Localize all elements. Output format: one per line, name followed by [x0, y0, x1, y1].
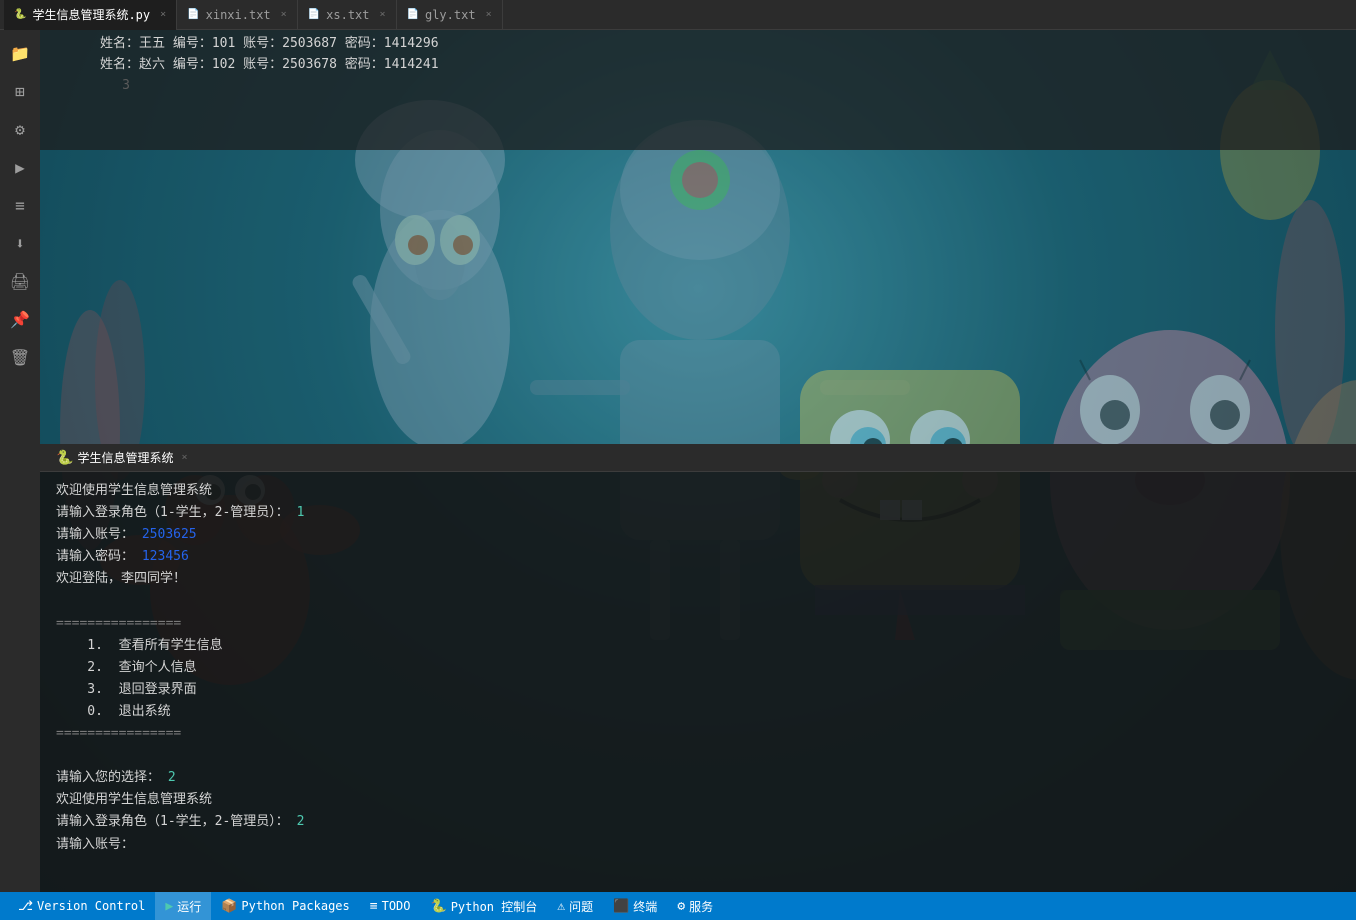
term-line-16: 请输入登录角色（1-学生，2-管理员）： 2 [56, 811, 1340, 833]
status-bar: ⎇ Version Control ▶ 运行 📦 Python Packages… [0, 892, 1356, 920]
file-line-3: 3 [100, 76, 1356, 97]
run-tab-main[interactable]: 🐍 学生信息管理系统 × [48, 444, 195, 472]
status-version-control[interactable]: ⎇ Version Control [8, 892, 155, 920]
structure-icon[interactable]: ⊞ [5, 76, 35, 106]
editor-panel: 姓名：王五 编号：101 账号：2503687 密码：1414296 姓名：赵六… [40, 30, 1356, 892]
terminal-panel: 🐍 学生信息管理系统 × 欢迎使用学生信息管理系统 请输入登录角色（1-学生，2… [40, 444, 1356, 892]
status-problems[interactable]: ⚠ 问题 [547, 892, 603, 920]
term-line-11: 0. 退出系统 [56, 701, 1340, 723]
folder-icon[interactable]: 📁 [5, 38, 35, 68]
python-packages-icon: 📦 [221, 899, 237, 914]
status-todo[interactable]: ≡ TODO [360, 892, 421, 920]
term-line-5: 欢迎登陆，李四同学！ [56, 568, 1340, 590]
tab-close-xs[interactable]: × [380, 9, 386, 20]
bookmarks-icon[interactable]: ≡ [5, 190, 35, 220]
run-tab-close[interactable]: × [181, 452, 187, 463]
problems-icon: ⚠ [557, 899, 565, 914]
term-line-12: ================ [56, 723, 1340, 745]
python-console-icon: 🐍 [431, 899, 447, 914]
services-icon: ⚙ [677, 899, 685, 914]
file-line-2: 姓名：赵六 编号：102 账号：2503678 密码：1414241 [100, 55, 1356, 76]
term-line-8: 1. 查看所有学生信息 [56, 635, 1340, 657]
file-line-1: 姓名：王五 编号：101 账号：2503687 密码：1414296 [100, 34, 1356, 55]
todo-icon: ≡ [370, 899, 378, 914]
settings-icon[interactable]: ⚙ [5, 114, 35, 144]
tab-bar: 🐍 学生信息管理系统.py × 📄 xinxi.txt × 📄 xs.txt ×… [0, 0, 1356, 30]
left-sidebar: 📁 ⊞ ⚙ ▶ ≡ ⬇ 🖨 📌 🗑 [0, 30, 40, 892]
tab-close-xinxi[interactable]: × [281, 9, 287, 20]
pin-icon[interactable]: 📌 [5, 304, 35, 334]
term-line-10: 3. 退回登录界面 [56, 679, 1340, 701]
term-line-1: 欢迎使用学生信息管理系统 [56, 480, 1340, 502]
tab-gly[interactable]: 📄 gly.txt × [397, 0, 503, 30]
terminal-content[interactable]: 欢迎使用学生信息管理系统 请输入登录角色（1-学生，2-管理员）： 1 请输入账… [40, 472, 1356, 892]
delete-icon[interactable]: 🗑 [5, 342, 35, 372]
txt-file-icon-3: 📄 [407, 9, 419, 20]
status-terminal[interactable]: ⬛ 终端 [603, 892, 667, 920]
print-icon[interactable]: 🖨 [5, 266, 35, 296]
term-line-13 [56, 745, 1340, 767]
main-area: 📁 ⊞ ⚙ ▶ ≡ ⬇ 🖨 📌 🗑 [0, 30, 1356, 892]
content-area: 姓名：王五 编号：101 账号：2503687 密码：1414296 姓名：赵六… [40, 30, 1356, 892]
py-file-icon: 🐍 [14, 9, 26, 20]
run-tab-bar: 🐍 学生信息管理系统 × [40, 444, 1356, 472]
run-icon: ▶ [165, 899, 173, 914]
tab-py[interactable]: 🐍 学生信息管理系统.py × [4, 0, 177, 30]
term-line-17: 请输入账号： [56, 834, 1340, 856]
txt-file-icon: 📄 [187, 9, 199, 20]
terminal-icon: ⬛ [613, 899, 629, 914]
tab-xinxi[interactable]: 📄 xinxi.txt × [177, 0, 298, 30]
version-control-icon: ⎇ [18, 899, 33, 914]
tab-close-py[interactable]: × [160, 9, 166, 20]
term-line-2: 请输入登录角色（1-学生，2-管理员）： 1 [56, 502, 1340, 524]
status-python-console[interactable]: 🐍 Python 控制台 [421, 892, 548, 920]
term-line-15: 欢迎使用学生信息管理系统 [56, 789, 1340, 811]
term-line-7: ================ [56, 613, 1340, 635]
term-line-4: 请输入密码： 123456 [56, 546, 1340, 568]
status-python-packages[interactable]: 📦 Python Packages [211, 892, 360, 920]
run-config-icon[interactable]: ▶ [5, 152, 35, 182]
ide-wrapper: 🐍 学生信息管理系统.py × 📄 xinxi.txt × 📄 xs.txt ×… [0, 0, 1356, 920]
arrow-down-icon[interactable]: ⬇ [5, 228, 35, 258]
file-content: 姓名：王五 编号：101 账号：2503687 密码：1414296 姓名：赵六… [40, 30, 1356, 150]
term-line-9: 2. 查询个人信息 [56, 657, 1340, 679]
tab-xs[interactable]: 📄 xs.txt × [298, 0, 397, 30]
run-tab-label: 学生信息管理系统 [77, 449, 173, 466]
run-tab-emoji: 🐍 [56, 450, 73, 466]
tab-close-gly[interactable]: × [486, 9, 492, 20]
status-services[interactable]: ⚙ 服务 [667, 892, 723, 920]
term-line-14: 请输入您的选择： 2 [56, 767, 1340, 789]
term-line-6 [56, 590, 1340, 612]
term-line-3: 请输入账号： 2503625 [56, 524, 1340, 546]
txt-file-icon-2: 📄 [308, 9, 320, 20]
status-run[interactable]: ▶ 运行 [155, 892, 211, 920]
